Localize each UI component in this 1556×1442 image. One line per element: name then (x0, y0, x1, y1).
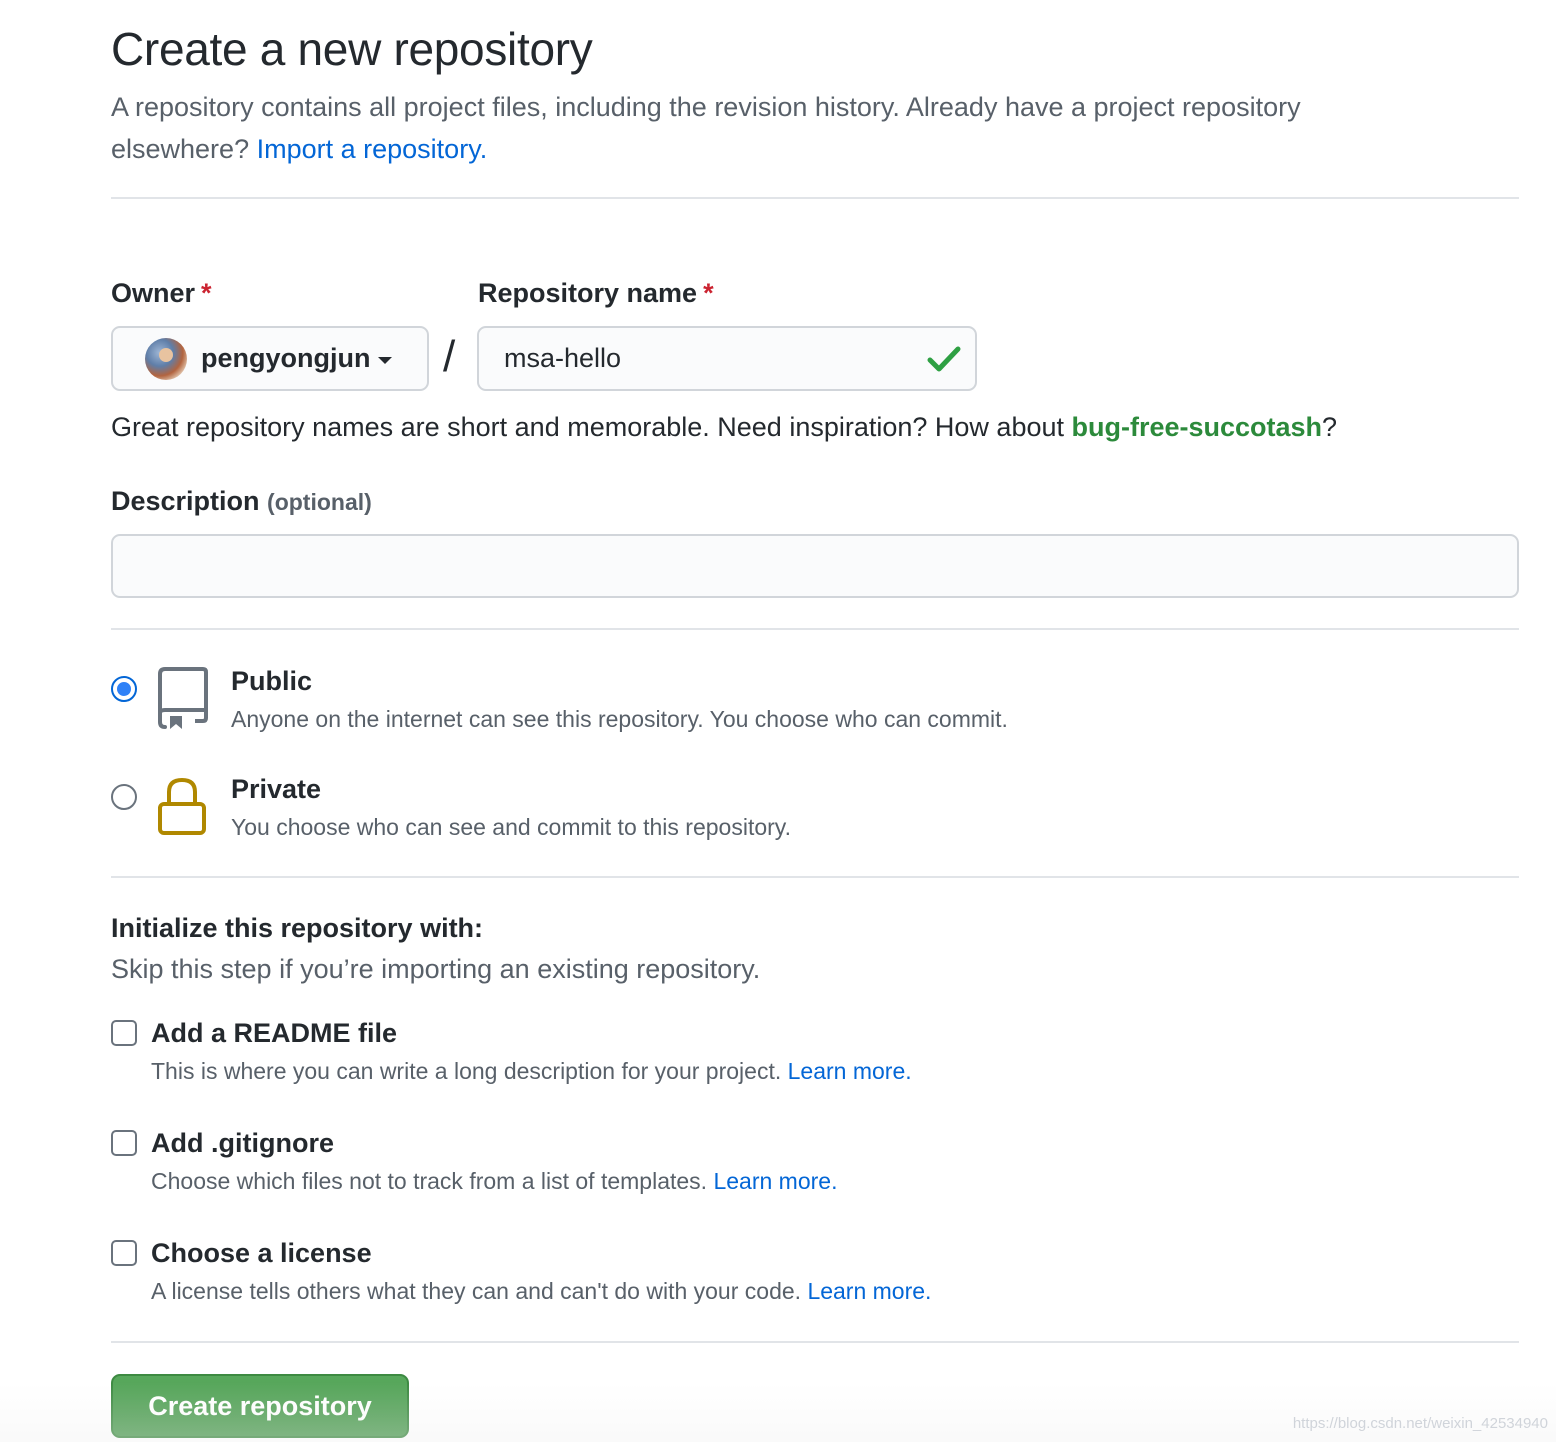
hint-suffix: ? (1322, 412, 1338, 442)
owner-label-text: Owner (111, 278, 196, 308)
repo-name-value: msa-hello (504, 343, 622, 373)
owner-label: Owner * (111, 278, 212, 309)
license-learn-more-link[interactable]: Learn more. (807, 1278, 931, 1304)
gitignore-description: Choose which files not to track from a l… (151, 1168, 837, 1195)
owner-value: pengyongjun (201, 343, 371, 373)
owner-required-mark: * (201, 278, 212, 308)
user-avatar (145, 337, 187, 380)
gitignore-desc-text: Choose which files not to track from a l… (151, 1168, 708, 1194)
watermark: https://blog.csdn.net/weixin_42534940 (1292, 1415, 1548, 1432)
readme-desc-text: This is where you can write a long descr… (151, 1058, 782, 1084)
description-label: Description (optional) (111, 486, 372, 517)
gitignore-checkbox[interactable] (111, 1130, 137, 1156)
page-subtitle: A repository contains all project files,… (111, 86, 1441, 170)
gitignore-title: Add .gitignore (151, 1128, 334, 1158)
license-checkbox[interactable] (111, 1240, 137, 1266)
private-description: You choose who can see and commit to thi… (231, 814, 791, 840)
divider (111, 628, 1519, 630)
public-radio[interactable] (111, 676, 137, 702)
license-title: Choose a license (151, 1238, 372, 1268)
page: Create a new repository A repository con… (0, 0, 1556, 1442)
repo-name-hint: Great repository names are short and mem… (111, 412, 1337, 443)
initialize-subtitle: Skip this step if you’re importing an ex… (111, 954, 761, 984)
divider (111, 1341, 1519, 1343)
check-icon (927, 346, 961, 372)
owner-select[interactable]: pengyongjun (111, 326, 429, 391)
owner-repo-separator: / (443, 332, 456, 381)
readme-checkbox[interactable] (111, 1020, 137, 1046)
repo-name-input[interactable]: msa-hello (477, 326, 977, 391)
page-title: Create a new repository (111, 23, 593, 75)
divider (111, 197, 1519, 199)
create-repository-button[interactable]: Create repository (111, 1374, 409, 1438)
hint-text: Great repository names are short and mem… (111, 412, 1072, 442)
repo-name-label-text: Repository name (478, 278, 698, 308)
description-label-text: Description (111, 486, 260, 516)
lock-icon (158, 777, 206, 835)
public-title: Public (231, 666, 313, 696)
divider (111, 876, 1519, 878)
description-optional: (optional) (267, 489, 372, 515)
readme-description: This is where you can write a long descr… (151, 1058, 912, 1085)
readme-title: Add a README file (151, 1018, 398, 1048)
description-input[interactable] (111, 534, 1519, 598)
private-title: Private (231, 774, 322, 804)
gitignore-learn-more-link[interactable]: Learn more. (713, 1168, 837, 1194)
chevron-down-icon (378, 356, 393, 364)
license-description: A license tells others what they can and… (151, 1278, 931, 1305)
initialize-title: Initialize this repository with: (111, 913, 484, 943)
public-description: Anyone on the internet can see this repo… (231, 706, 1008, 732)
import-repository-link[interactable]: Import a repository. (257, 134, 488, 164)
private-radio[interactable] (111, 784, 137, 810)
readme-learn-more-link[interactable]: Learn more. (788, 1058, 912, 1084)
license-desc-text: A license tells others what they can and… (151, 1278, 802, 1304)
repo-name-required-mark: * (703, 278, 714, 308)
repo-icon (158, 667, 208, 729)
name-suggestion[interactable]: bug-free-succotash (1072, 412, 1323, 442)
repo-name-label: Repository name * (478, 278, 714, 309)
